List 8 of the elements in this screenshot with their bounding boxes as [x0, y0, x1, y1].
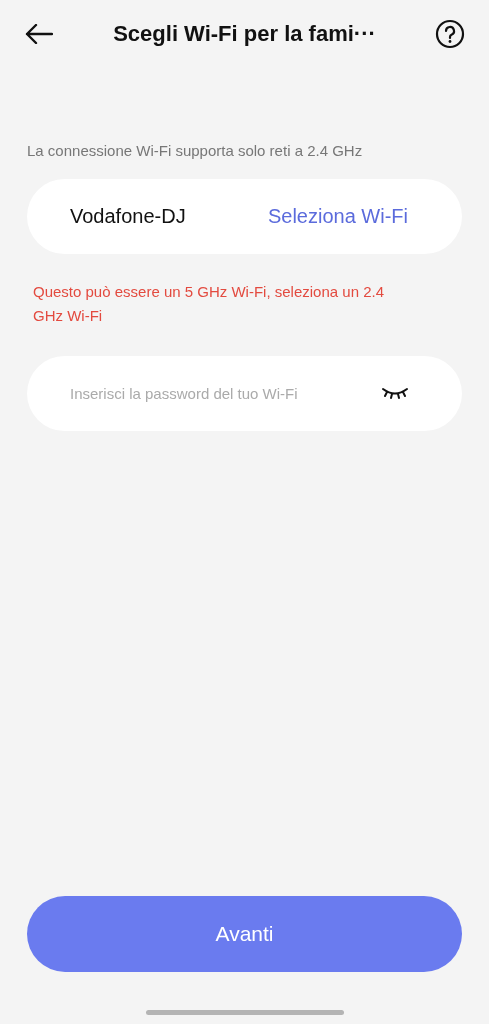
- warning-text: Questo può essere un 5 GHz Wi-Fi, seleziona un 2.4 GHz Wi-Fi: [32, 282, 385, 326]
- info-text: La connessione Wi-Fi supporta solo reti a 2.4 GHz: [27, 142, 364, 159]
- next-button[interactable]: Avanti: [27, 896, 462, 972]
- closed-eye-icon[interactable]: [382, 386, 408, 400]
- password-field[interactable]: Inserisci la password del tuo Wi-Fi: [27, 356, 462, 431]
- screen-title: Scegli Wi-Fi per la fami···: [112, 21, 377, 47]
- network-name: Vodafone-DJ: [70, 205, 187, 228]
- select-wifi-link[interactable]: Seleziona Wi-Fi: [267, 205, 408, 228]
